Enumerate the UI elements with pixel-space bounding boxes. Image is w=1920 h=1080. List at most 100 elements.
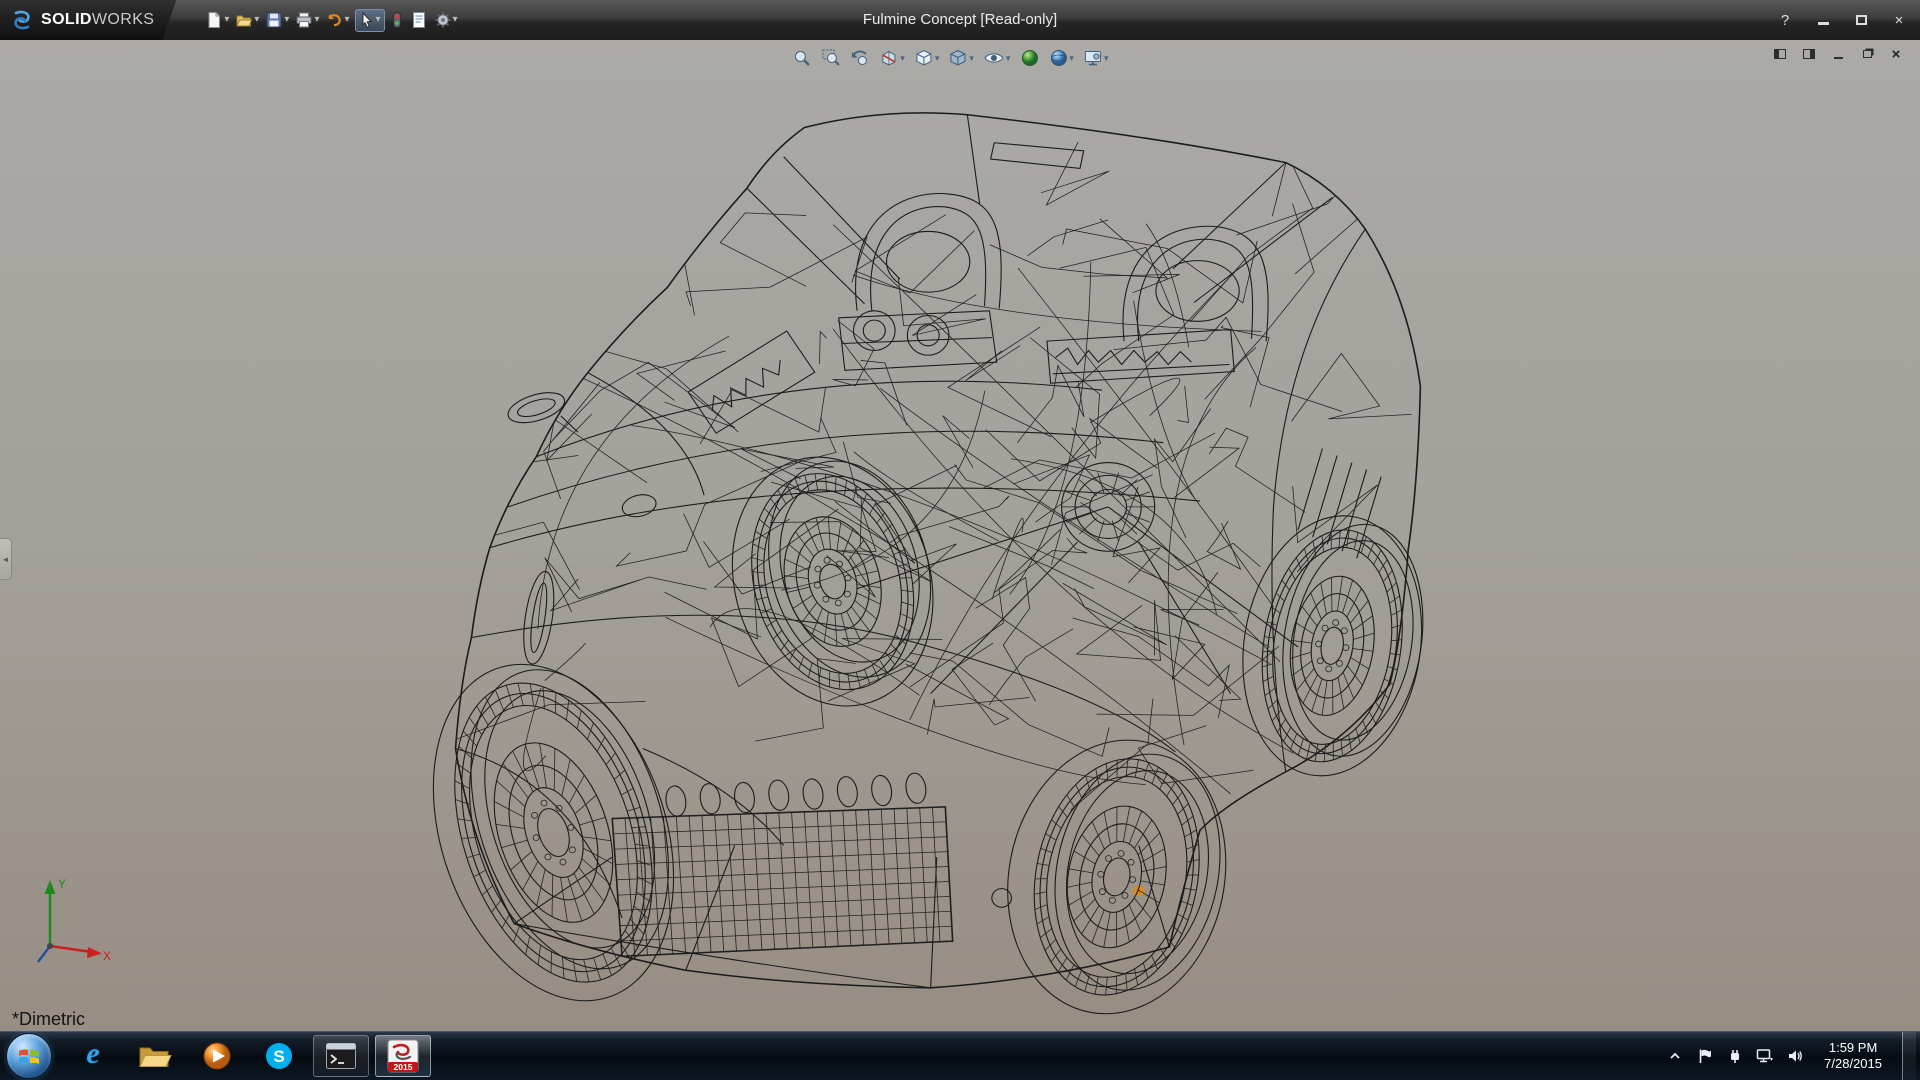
system-tray: 1:59 PM 7/28/2015 [1666,1032,1920,1080]
doc-restore-button[interactable] [1859,46,1875,62]
section-view-icon [879,48,899,68]
previous-view-button[interactable] [849,46,871,70]
rebuild-button[interactable] [389,9,405,31]
view-settings-icon [1083,48,1103,68]
dropdown-caret-icon[interactable]: ▾ [900,54,905,63]
desktop: SOLIDWORKS ▾ ▾ [0,0,1920,1080]
folder-icon [138,1042,172,1070]
dropdown-caret-icon[interactable]: ▾ [1006,54,1011,63]
3ds-logo-icon [10,8,34,32]
show-right-pane-button[interactable] [1801,46,1817,62]
maximize-button[interactable] [1850,9,1872,31]
dropdown-caret-icon[interactable]: ▾ [254,15,259,25]
doc-minimize-icon [1834,57,1843,59]
zoom-to-fit-icon [792,48,812,68]
show-desktop-button[interactable] [1902,1032,1916,1080]
taskbar-windows-explorer[interactable] [127,1035,183,1077]
dropdown-caret-icon[interactable]: ▾ [376,15,381,25]
doc-close-button[interactable]: × [1888,46,1904,62]
options-gear-icon [434,11,452,29]
section-view-button[interactable]: ▾ [878,46,906,70]
taskbar-media-player[interactable] [189,1035,245,1077]
model-wireframe[interactable] [0,40,1920,1031]
dropdown-caret-icon[interactable]: ▾ [1104,54,1109,63]
zoom-to-area-icon [821,48,841,68]
power-plug-icon [1727,1048,1743,1064]
view-settings-button[interactable]: ▾ [1082,46,1110,70]
open-document-icon [235,11,253,29]
windows-flag-icon [16,1043,42,1069]
chevron-up-icon [1668,1049,1682,1063]
feature-manager-collapse-tab[interactable]: ◄ [0,538,12,580]
start-button[interactable] [6,1033,52,1079]
heads-up-view-toolbar: ▾ ▾ ▾ ▾ [791,46,1109,70]
zoom-to-area-button[interactable] [820,46,842,70]
print-icon [295,11,313,29]
volume-button[interactable] [1786,1047,1804,1065]
options-button[interactable]: ▾ [433,9,459,31]
undo-button[interactable]: ▾ [324,9,350,31]
display-style-cube-icon [948,48,968,68]
taskbar-solidworks[interactable]: 2015 [375,1035,431,1077]
apply-scene-button[interactable]: ▾ [1047,46,1075,70]
show-left-pane-button[interactable] [1772,46,1788,62]
dropdown-caret-icon[interactable]: ▾ [453,15,458,25]
save-button[interactable]: ▾ [264,9,290,31]
file-properties-button[interactable] [409,9,429,31]
new-document-button[interactable]: ▾ [204,9,230,31]
dropdown-caret-icon[interactable]: ▾ [314,15,319,25]
taskbar-skype[interactable]: S [251,1035,307,1077]
select-tool-button[interactable]: ▾ [355,9,385,32]
hide-show-eye-icon [983,48,1005,68]
dropdown-caret-icon[interactable]: ▾ [344,15,349,25]
view-orientation-button[interactable]: ▾ [913,46,941,70]
internal-geometry [296,142,1411,810]
menu-bar: SOLIDWORKS ▾ ▾ [0,0,1920,40]
hide-show-items-button[interactable]: ▾ [982,46,1012,70]
document-window-controls: × [1772,46,1904,62]
select-cursor-icon [359,12,375,29]
view-orientation-cube-icon [914,48,934,68]
grille-mesh [612,807,952,956]
save-icon [265,11,283,29]
right-pane-icon [1803,49,1815,59]
solidworks-version-badge: 2015 [394,1062,413,1072]
minimize-button[interactable] [1812,9,1834,31]
dropdown-caret-icon[interactable]: ▾ [1069,54,1074,63]
clock-time: 1:59 PM [1824,1040,1882,1056]
file-properties-icon [410,11,428,29]
dropdown-caret-icon[interactable]: ▾ [969,54,974,63]
power-plug-button[interactable] [1726,1047,1744,1065]
x-axis-label: X [103,949,111,963]
y-axis-arrow-icon [45,880,56,894]
media-player-icon [201,1040,233,1072]
print-button[interactable]: ▾ [294,9,320,31]
edit-appearance-button[interactable] [1018,46,1040,70]
taskbar-command-prompt[interactable] [313,1035,369,1077]
network-status-button[interactable] [1756,1047,1774,1065]
action-center-button[interactable] [1696,1047,1714,1065]
tray-expand-button[interactable] [1666,1047,1684,1065]
undo-icon [325,11,343,29]
graphics-area[interactable]: ▾ ▾ ▾ ▾ [0,40,1920,1031]
solidworks-logo[interactable]: SOLIDWORKS [0,0,176,40]
close-button[interactable]: × [1888,9,1910,31]
taskbar-clock[interactable]: 1:59 PM 7/28/2015 [1816,1040,1890,1072]
wheels-wireframe [417,445,1438,1011]
open-document-button[interactable]: ▾ [234,9,260,31]
zoom-to-fit-button[interactable] [791,46,813,70]
clock-date: 7/28/2015 [1824,1056,1882,1072]
reference-triad: Y X [30,868,114,976]
dropdown-caret-icon[interactable]: ▾ [935,54,940,63]
doc-restore-icon [1863,50,1872,58]
apply-scene-globe-icon [1048,48,1068,68]
left-pane-icon [1774,49,1786,59]
view-orientation-label: *Dimetric [12,1009,85,1030]
taskbar-internet-explorer[interactable]: e [65,1035,121,1077]
dropdown-caret-icon[interactable]: ▾ [224,15,229,25]
network-monitor-icon [1756,1048,1774,1064]
dropdown-caret-icon[interactable]: ▾ [284,15,289,25]
doc-minimize-button[interactable] [1830,46,1846,62]
display-style-button[interactable]: ▾ [947,46,975,70]
help-button[interactable]: ? [1774,9,1796,31]
